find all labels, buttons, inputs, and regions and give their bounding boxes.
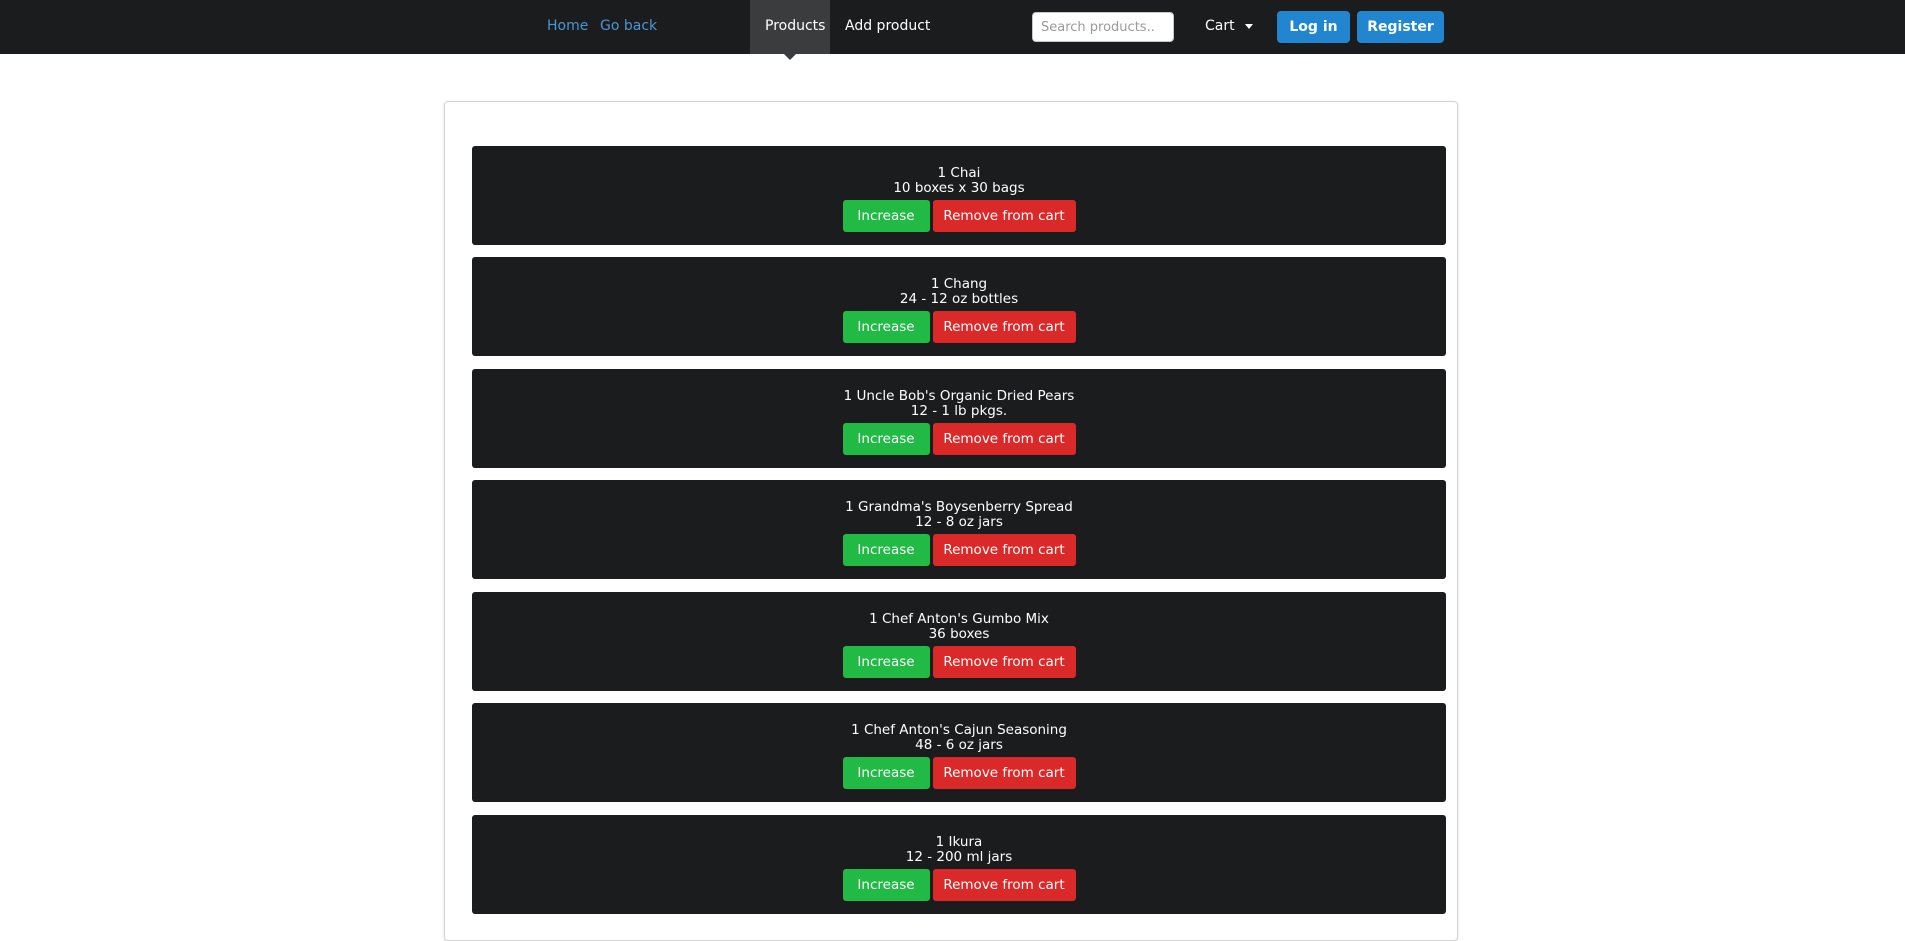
- products-tab[interactable]: Products: [765, 0, 825, 54]
- item-actions: Increase Remove from cart: [472, 646, 1446, 678]
- search-input[interactable]: [1032, 12, 1174, 42]
- cart-item: 1 Uncle Bob's Organic Dried Pears 12 - 1 …: [472, 369, 1446, 468]
- remove-from-cart-button[interactable]: Remove from cart: [932, 423, 1076, 455]
- increase-button[interactable]: Increase: [842, 646, 930, 678]
- login-button[interactable]: Log in: [1277, 11, 1350, 43]
- caret-down-icon: [1244, 23, 1253, 29]
- product-name: 1 Chef Anton's Gumbo Mix: [869, 611, 1049, 627]
- quantity-per-unit: 12 - 1 lb pkgs.: [910, 403, 1008, 419]
- cart-dropdown[interactable]: Cart: [1205, 0, 1253, 54]
- product-name: 1 Grandma's Boysenberry Spread: [845, 499, 1073, 515]
- quantity-per-unit: 36 boxes: [928, 626, 990, 642]
- active-tab-pointer: [784, 54, 796, 60]
- product-name: 1 Uncle Bob's Organic Dried Pears: [843, 388, 1075, 404]
- home-link[interactable]: Home: [547, 0, 588, 54]
- cart-item: 1 Chai 10 boxes x 30 bags Increase Remove f…: [472, 146, 1446, 245]
- item-actions: Increase Remove from cart: [472, 200, 1446, 232]
- quantity-per-unit: 12 - 8 oz jars: [915, 514, 1003, 530]
- quantity-per-unit: 24 - 12 oz bottles: [899, 291, 1019, 307]
- product-name: 1 Chai: [937, 165, 981, 181]
- remove-from-cart-button[interactable]: Remove from cart: [932, 200, 1076, 232]
- increase-button[interactable]: Increase: [842, 757, 930, 789]
- increase-button[interactable]: Increase: [842, 423, 930, 455]
- go-back-link[interactable]: Go back: [600, 0, 657, 54]
- cart-item: 1 Chef Anton's Cajun Seasoning 48 - 6 oz …: [472, 703, 1446, 802]
- cart-item: 1 Chef Anton's Gumbo Mix 36 boxes Increase…: [472, 592, 1446, 691]
- quantity-per-unit: 12 - 200 ml jars: [905, 849, 1013, 865]
- product-name: 1 Chef Anton's Cajun Seasoning: [851, 722, 1067, 738]
- cart-item: 1 Grandma's Boysenberry Spread 12 - 8 oz …: [472, 480, 1446, 579]
- remove-from-cart-button[interactable]: Remove from cart: [932, 311, 1076, 343]
- quantity-per-unit: 10 boxes x 30 bags: [893, 180, 1025, 196]
- register-button[interactable]: Register: [1357, 11, 1444, 43]
- remove-from-cart-button[interactable]: Remove from cart: [932, 757, 1076, 789]
- remove-from-cart-button[interactable]: Remove from cart: [932, 646, 1076, 678]
- cart-panel: 1 Chai 10 boxes x 30 bags Increase Remove f…: [444, 101, 1458, 941]
- remove-from-cart-button[interactable]: Remove from cart: [932, 869, 1076, 901]
- increase-button[interactable]: Increase: [842, 311, 930, 343]
- remove-from-cart-button[interactable]: Remove from cart: [932, 534, 1076, 566]
- quantity-per-unit: 48 - 6 oz jars: [915, 737, 1003, 753]
- item-actions: Increase Remove from cart: [472, 423, 1446, 455]
- item-actions: Increase Remove from cart: [472, 311, 1446, 343]
- product-name: 1 Ikura: [935, 834, 983, 850]
- increase-button[interactable]: Increase: [842, 200, 930, 232]
- top-navbar: Home Go back Products Add product Cart L…: [0, 0, 1905, 60]
- item-actions: Increase Remove from cart: [472, 869, 1446, 901]
- cart-item: 1 Chang 24 - 12 oz bottles Increase Remove …: [472, 257, 1446, 356]
- increase-button[interactable]: Increase: [842, 869, 930, 901]
- increase-button[interactable]: Increase: [842, 534, 930, 566]
- add-product-link[interactable]: Add product: [845, 0, 930, 54]
- item-actions: Increase Remove from cart: [472, 757, 1446, 789]
- product-name: 1 Chang: [930, 276, 988, 292]
- item-actions: Increase Remove from cart: [472, 534, 1446, 566]
- cart-item: 1 Ikura 12 - 200 ml jars Increase Remove fr…: [472, 815, 1446, 914]
- cart-label: Cart: [1205, 18, 1235, 34]
